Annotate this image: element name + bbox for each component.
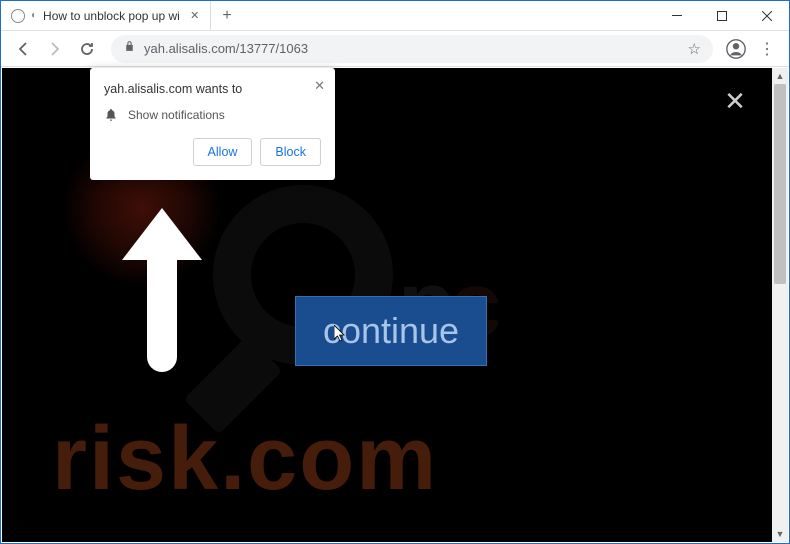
back-button[interactable] xyxy=(9,35,37,63)
forward-button[interactable] xyxy=(41,35,69,63)
allow-button[interactable]: Allow xyxy=(193,138,253,166)
notification-close-icon[interactable]: ✕ xyxy=(314,78,325,94)
scrollbar-thumb[interactable] xyxy=(774,84,786,284)
profile-icon xyxy=(725,38,747,60)
bookmark-star-icon[interactable]: ☆ xyxy=(688,40,701,58)
scroll-up-icon[interactable]: ▲ xyxy=(772,68,788,84)
maximize-button[interactable] xyxy=(699,1,744,30)
reload-button[interactable] xyxy=(73,35,101,63)
watermark-text: risk.com xyxy=(52,408,790,511)
minimize-icon xyxy=(672,15,682,16)
close-icon xyxy=(762,11,772,21)
loading-indicator: ◐ xyxy=(31,10,37,21)
tab-title: How to unblock pop up windo xyxy=(43,9,180,23)
scroll-down-icon[interactable]: ▼ xyxy=(772,526,788,542)
profile-button[interactable] xyxy=(723,36,749,62)
minimize-button[interactable] xyxy=(654,1,699,30)
window-controls xyxy=(654,1,789,30)
block-button[interactable]: Block xyxy=(260,138,321,166)
browser-tab[interactable]: ◐ How to unblock pop up windo ✕ xyxy=(1,1,211,30)
maximize-icon xyxy=(717,11,727,21)
arrow-left-icon xyxy=(15,41,31,57)
menu-button[interactable]: ⋮ xyxy=(753,39,781,59)
page-close-button[interactable]: ✕ xyxy=(720,86,750,116)
url-text: yah.alisalis.com/13777/1063 xyxy=(144,41,680,56)
reload-icon xyxy=(79,41,95,57)
arrow-right-icon xyxy=(47,41,63,57)
new-tab-button[interactable]: + xyxy=(213,2,241,30)
globe-icon xyxy=(11,9,25,23)
lock-icon xyxy=(123,40,136,58)
address-bar[interactable]: yah.alisalis.com/13777/1063 ☆ xyxy=(111,35,713,63)
continue-label: continue xyxy=(323,310,459,352)
tab-close-icon[interactable]: ✕ xyxy=(190,10,200,22)
titlebar: ◐ How to unblock pop up windo ✕ + xyxy=(1,1,789,31)
notification-permission-label: Show notifications xyxy=(128,108,225,122)
bell-icon xyxy=(104,108,118,122)
close-window-button[interactable] xyxy=(744,1,789,30)
notification-permission-popup: ✕ yah.alisalis.com wants to Show notific… xyxy=(90,68,335,180)
dots-vertical-icon: ⋮ xyxy=(759,39,775,59)
continue-button[interactable]: continue xyxy=(295,296,487,366)
toolbar: yah.alisalis.com/13777/1063 ☆ ⋮ xyxy=(1,31,789,67)
page-content: p c risk.com ✕ continue ✕ yah.alisalis.c… xyxy=(2,68,788,542)
notification-origin: yah.alisalis.com wants to xyxy=(104,82,321,96)
vertical-scrollbar[interactable]: ▲ ▼ xyxy=(772,68,788,542)
